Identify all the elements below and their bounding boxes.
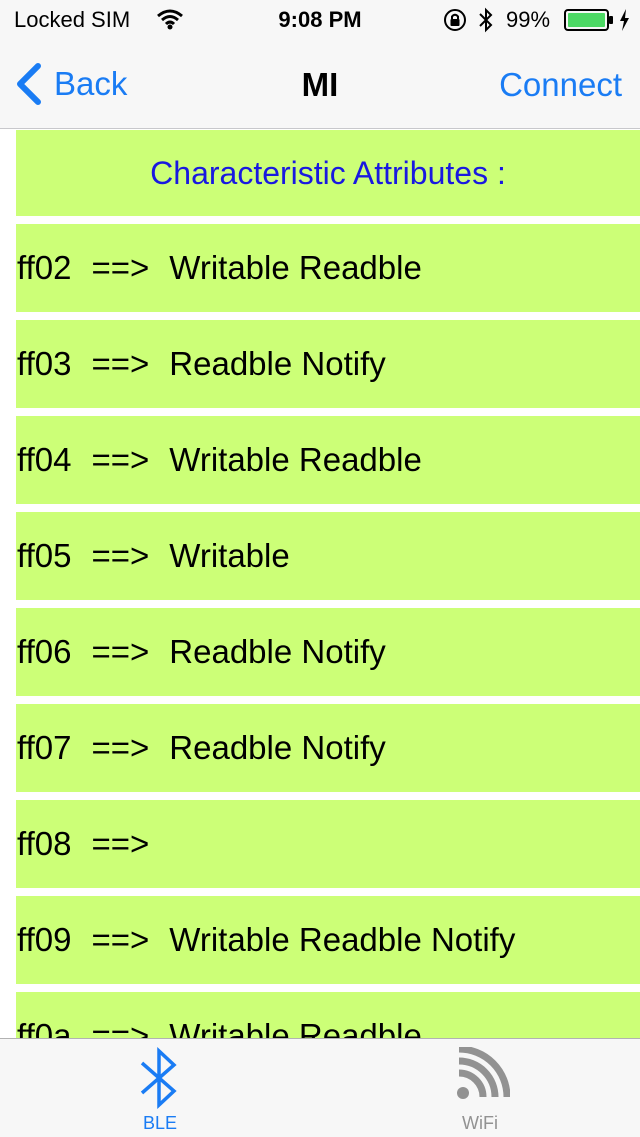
characteristic-uuid: ff08 [17, 825, 72, 862]
tab-wifi[interactable]: WiFi [320, 1039, 640, 1137]
characteristic-properties: Readble Notify [169, 633, 386, 670]
list-item[interactable]: ff08 ==> [16, 800, 640, 888]
battery-icon [564, 9, 613, 31]
status-bar: Locked SIM 9:08 PM 99% [0, 0, 640, 40]
bluetooth-icon [140, 1047, 177, 1109]
arrow-separator: ==> [91, 1017, 150, 1038]
tab-ble[interactable]: BLE [0, 1039, 320, 1137]
list-item[interactable]: ff0a ==> Writable Readble [16, 992, 640, 1038]
tab-bar: BLE WiFi [0, 1038, 640, 1137]
list-item[interactable]: ff05 ==> Writable [16, 512, 640, 600]
characteristic-properties: Writable Readble [169, 441, 422, 478]
arrow-separator: ==> [91, 249, 150, 286]
arrow-separator: ==> [91, 921, 150, 958]
wifi-icon [457, 1047, 510, 1099]
bluetooth-status-icon [479, 7, 493, 33]
list-item[interactable]: ff02 ==> Writable Readble [16, 224, 640, 312]
arrow-separator: ==> [91, 825, 150, 862]
characteristic-properties: Readble Notify [169, 729, 386, 766]
orientation-lock-icon [444, 9, 466, 31]
characteristic-properties: Writable Readble [169, 1017, 422, 1038]
characteristic-list[interactable]: Characteristic Attributes : ff02 ==> Wri… [16, 130, 640, 1038]
characteristic-uuid: ff0a [17, 1017, 72, 1038]
characteristic-uuid: ff03 [17, 345, 72, 382]
arrow-separator: ==> [91, 729, 150, 766]
arrow-separator: ==> [91, 537, 150, 574]
battery-percent: 99% [506, 7, 551, 32]
characteristic-properties: Writable Readble Notify [169, 921, 516, 958]
list-item[interactable]: ff04 ==> Writable Readble [16, 416, 640, 504]
characteristic-uuid: ff06 [17, 633, 72, 670]
arrow-separator: ==> [91, 441, 150, 478]
section-header: Characteristic Attributes : [16, 130, 640, 216]
navigation-bar: Back MI Connect [0, 40, 640, 128]
characteristic-properties: Readble Notify [169, 345, 386, 382]
tab-label: BLE [142, 1113, 178, 1133]
arrow-separator: ==> [91, 345, 150, 382]
characteristic-uuid: ff07 [17, 729, 72, 766]
charging-icon [620, 9, 629, 31]
characteristic-uuid: ff09 [17, 921, 72, 958]
list-item[interactable]: ff06 ==> Readble Notify [16, 608, 640, 696]
connect-button[interactable]: Connect [499, 66, 622, 104]
characteristic-properties: Writable Readble [169, 249, 422, 286]
arrow-separator: ==> [91, 633, 150, 670]
top-bar: Locked SIM 9:08 PM 99% Back MI Connect [0, 0, 640, 129]
tab-label: WiFi [462, 1113, 498, 1133]
characteristic-properties: Writable [169, 537, 290, 574]
characteristic-uuid: ff05 [17, 537, 72, 574]
characteristic-uuid: ff02 [17, 249, 72, 286]
list-item[interactable]: ff07 ==> Readble Notify [16, 704, 640, 792]
list-item[interactable]: ff09 ==> Writable Readble Notify [16, 896, 640, 984]
list-item[interactable]: ff03 ==> Readble Notify [16, 320, 640, 408]
characteristic-uuid: ff04 [17, 441, 72, 478]
